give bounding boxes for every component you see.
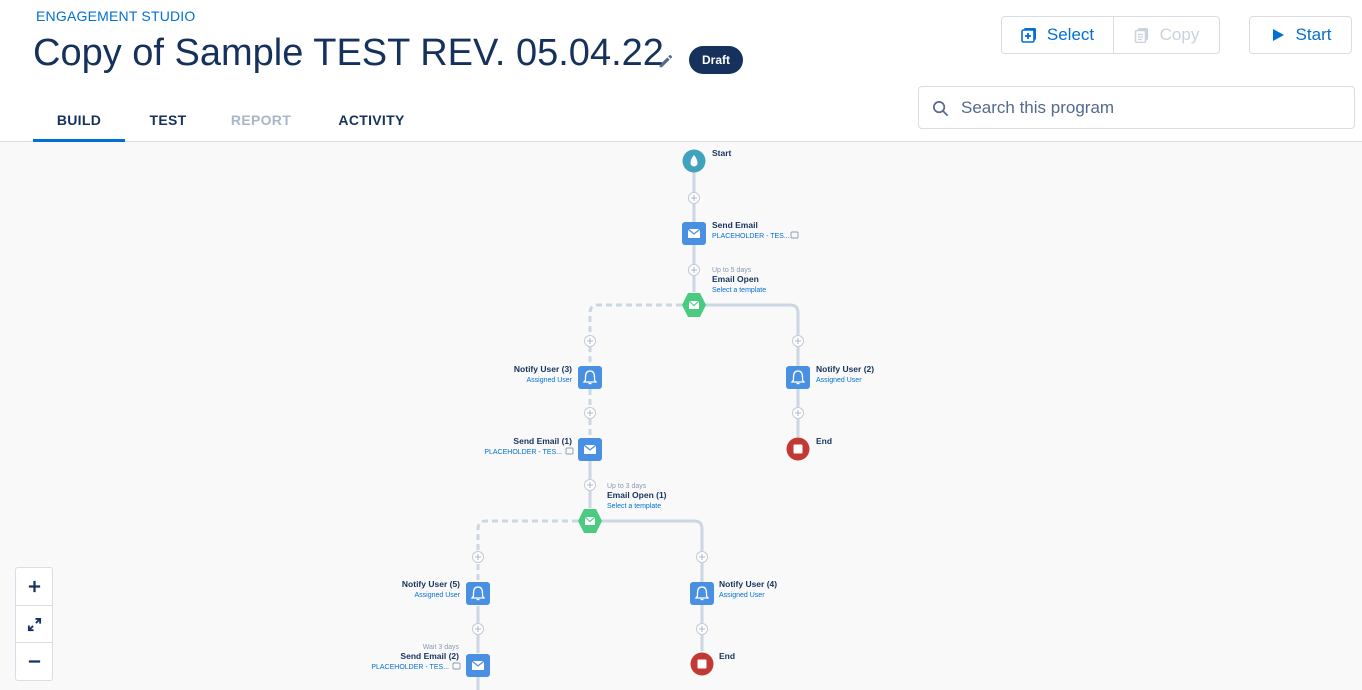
add-step-buttons[interactable] bbox=[472, 192, 804, 635]
notify-user-4-title: Notify User (4) bbox=[719, 579, 777, 589]
app-name: ENGAGEMENT STUDIO bbox=[36, 8, 196, 24]
fit-to-screen-button[interactable] bbox=[16, 605, 52, 642]
notify-user-2-node[interactable]: Notify User (2) Assigned User bbox=[786, 364, 874, 389]
end-node-2[interactable]: End bbox=[690, 651, 736, 676]
start-button[interactable]: Start bbox=[1249, 16, 1352, 54]
send-email-1-title: Send Email (1) bbox=[513, 436, 572, 446]
tab-test[interactable]: TEST bbox=[136, 106, 200, 142]
send-email-title: Send Email bbox=[712, 220, 758, 230]
copy-label: Copy bbox=[1159, 25, 1200, 44]
search-input[interactable] bbox=[961, 87, 1341, 128]
copy-icon bbox=[1134, 28, 1148, 43]
zoom-in-button[interactable] bbox=[16, 568, 52, 605]
expand-icon bbox=[27, 617, 41, 631]
flow-diagram: Start Send Email PLACEHOLDER - TES... Up… bbox=[371, 148, 874, 690]
tab-build-label: BUILD bbox=[56, 112, 102, 128]
end-node-1-label: End bbox=[816, 436, 832, 446]
email-open-1-template[interactable]: Select a template bbox=[607, 503, 661, 510]
send-email-2-title: Send Email (2) bbox=[400, 651, 459, 661]
tab-report: REPORT bbox=[223, 106, 299, 142]
send-email-2-node[interactable]: Wait 3 days Send Email (2) PLACEHOLDER -… bbox=[371, 644, 490, 677]
notify-user-4-node[interactable]: Notify User (4) Assigned User bbox=[690, 579, 777, 605]
send-email-template[interactable]: PLACEHOLDER - TES... bbox=[712, 233, 790, 240]
play-icon bbox=[1272, 29, 1284, 41]
notify-user-2-title: Notify User (2) bbox=[816, 364, 874, 374]
email-open-template[interactable]: Select a template bbox=[712, 287, 766, 294]
zoom-controls bbox=[15, 567, 53, 681]
minus-icon bbox=[28, 659, 40, 663]
preview-icon[interactable] bbox=[452, 662, 461, 670]
notify-user-3-title: Notify User (3) bbox=[514, 364, 572, 374]
end-node-2-label: End bbox=[719, 651, 735, 661]
program-canvas[interactable]: Start Send Email PLACEHOLDER - TES... Up… bbox=[0, 142, 1362, 690]
email-open-1-title: Email Open (1) bbox=[607, 490, 667, 500]
tab-test-label: TEST bbox=[149, 112, 187, 128]
email-open-1-wait: Up to 3 days bbox=[607, 483, 647, 490]
search-icon bbox=[933, 101, 948, 116]
flow-connectors bbox=[476, 172, 800, 690]
envelope-icon bbox=[583, 444, 597, 454]
envelope-icon bbox=[471, 660, 485, 670]
program-header: ENGAGEMENT STUDIO Copy of Sample TEST RE… bbox=[0, 0, 1362, 142]
envelope-icon bbox=[687, 228, 701, 238]
preview-icon[interactable] bbox=[790, 231, 799, 239]
pencil-icon[interactable] bbox=[657, 52, 675, 70]
stop-icon bbox=[793, 444, 803, 454]
notify-user-2-recipient[interactable]: Assigned User bbox=[816, 377, 862, 384]
send-email-2-wait: Wait 3 days bbox=[423, 644, 460, 651]
stop-icon bbox=[697, 659, 707, 669]
start-label: Start bbox=[1295, 25, 1332, 44]
notify-user-5-node[interactable]: Notify User (5) Assigned User bbox=[402, 579, 490, 605]
start-node[interactable]: Start bbox=[682, 148, 732, 173]
select-icon bbox=[1021, 28, 1036, 43]
select-label: Select bbox=[1046, 25, 1095, 44]
email-open-wait: Up to 5 days bbox=[712, 267, 752, 274]
send-email-1-template[interactable]: PLACEHOLDER - TES... bbox=[484, 449, 562, 456]
tab-activity-label: ACTIVITY bbox=[338, 112, 405, 128]
tab-build[interactable]: BUILD bbox=[33, 106, 125, 142]
tab-activity[interactable]: ACTIVITY bbox=[329, 106, 414, 142]
select-button[interactable]: Select bbox=[1001, 16, 1114, 54]
envelope-icon bbox=[584, 516, 596, 525]
notify-user-5-title: Notify User (5) bbox=[402, 579, 460, 589]
tab-report-label: REPORT bbox=[230, 112, 292, 128]
email-open-title: Email Open bbox=[712, 274, 759, 284]
preview-icon[interactable] bbox=[565, 447, 574, 455]
send-email-1-node[interactable]: Send Email (1) PLACEHOLDER - TES... bbox=[484, 436, 602, 461]
page-title: Copy of Sample TEST REV. 05.04.22 bbox=[33, 32, 664, 74]
add-step-plus-marks bbox=[475, 195, 801, 632]
search-box bbox=[918, 86, 1355, 129]
send-email-2-template[interactable]: PLACEHOLDER - TES... bbox=[371, 664, 449, 671]
notify-user-3-node[interactable]: Notify User (3) Assigned User bbox=[514, 364, 602, 389]
plus-icon bbox=[28, 580, 40, 593]
zoom-out-button[interactable] bbox=[16, 642, 52, 679]
envelope-icon bbox=[688, 300, 700, 309]
status-badge: Draft bbox=[689, 46, 744, 74]
start-node-label: Start bbox=[712, 148, 732, 158]
notify-user-5-recipient[interactable]: Assigned User bbox=[414, 592, 460, 599]
notify-user-4-recipient[interactable]: Assigned User bbox=[719, 592, 765, 599]
end-node-1[interactable]: End bbox=[786, 436, 833, 461]
copy-button[interactable]: Copy bbox=[1113, 16, 1220, 54]
send-email-node[interactable]: Send Email PLACEHOLDER - TES... bbox=[682, 220, 799, 245]
notify-user-3-recipient[interactable]: Assigned User bbox=[526, 377, 572, 384]
